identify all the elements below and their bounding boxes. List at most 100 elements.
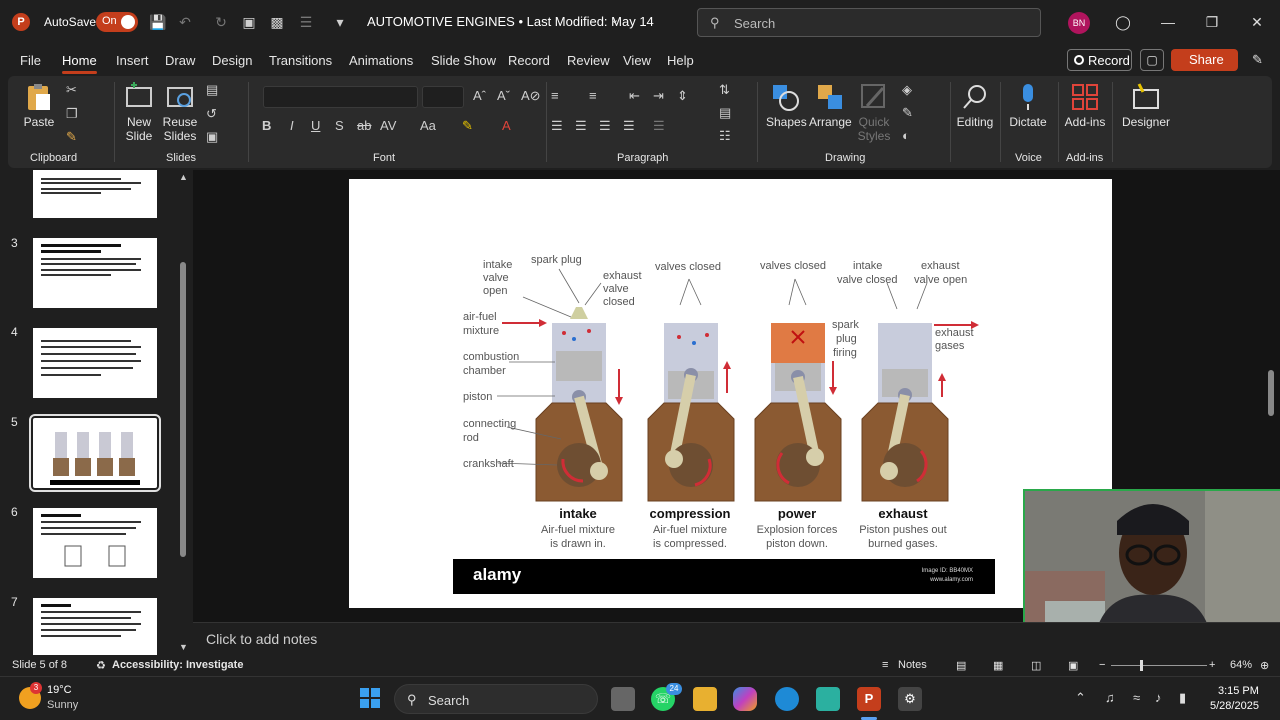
notes-pane[interactable]: Click to add notes xyxy=(193,622,1280,654)
addins-button[interactable]: Add-ins xyxy=(1064,82,1106,129)
scroll-up-icon[interactable]: ▲ xyxy=(179,172,188,182)
close-icon[interactable]: ✕ xyxy=(1246,12,1268,32)
menu-file[interactable]: File xyxy=(20,53,41,68)
comment-icon[interactable]: ▢ xyxy=(1140,49,1164,71)
microphone-tray-icon[interactable]: ♫ xyxy=(1105,690,1115,705)
wifi-icon[interactable]: ≈ xyxy=(1133,690,1140,705)
menu-transitions[interactable]: Transitions xyxy=(269,53,332,68)
restore-icon[interactable]: ❐ xyxy=(1201,12,1223,32)
menu-view[interactable]: View xyxy=(623,53,651,68)
editor-scrollbar-thumb[interactable] xyxy=(1268,370,1274,416)
slide-thumbnail-3[interactable] xyxy=(33,238,157,308)
pen-icon[interactable]: ✎ xyxy=(1252,52,1263,68)
editing-button[interactable]: Editing xyxy=(954,82,996,129)
fit-to-window-icon[interactable]: ⊕ xyxy=(1260,659,1269,672)
columns-icon[interactable]: ☰ xyxy=(653,118,665,134)
task-view-icon[interactable] xyxy=(611,687,635,711)
shape-fill-icon[interactable]: ◈ xyxy=(902,82,912,98)
normal-view-icon[interactable]: ▤ xyxy=(956,659,966,672)
copilot-icon[interactable] xyxy=(733,687,757,711)
shadow-button[interactable]: S xyxy=(335,118,344,133)
reuse-slides-button[interactable]: Reuse Slides xyxy=(162,82,198,143)
weather-desc[interactable]: Sunny xyxy=(47,699,78,711)
align-right-icon[interactable]: ☰ xyxy=(599,118,611,134)
settings-gear-icon[interactable]: ⚙ xyxy=(898,687,922,711)
font-family-select[interactable] xyxy=(263,86,418,108)
menu-review[interactable]: Review xyxy=(567,53,610,68)
volume-icon[interactable]: ♪ xyxy=(1155,690,1162,705)
present-icon[interactable]: ▣ xyxy=(239,12,259,32)
menu-record[interactable]: Record xyxy=(508,53,550,68)
taskbar-search[interactable]: ⚲ xyxy=(394,684,598,714)
grow-font-icon[interactable]: Aˆ xyxy=(473,88,486,103)
zoom-out-icon[interactable]: − xyxy=(1099,659,1105,671)
bullets-icon[interactable]: ≡ xyxy=(551,88,559,103)
arrange-button[interactable]: Arrange xyxy=(809,82,852,129)
menu-insert[interactable]: Insert xyxy=(116,53,149,68)
scrollbar-thumb[interactable] xyxy=(180,262,186,557)
slide-thumbnail-4[interactable] xyxy=(33,328,157,398)
chevron-down-icon[interactable]: ⌄ xyxy=(610,13,619,26)
italic-button[interactable]: I xyxy=(290,118,294,133)
find-icon[interactable]: ▩ xyxy=(267,12,287,32)
strikethrough-button[interactable]: ab xyxy=(357,118,371,133)
slide-thumbnail-7[interactable] xyxy=(33,598,157,656)
underline-button[interactable]: U xyxy=(311,118,320,133)
align-center-icon[interactable]: ☰ xyxy=(575,118,587,134)
thumbnail-scrollbar[interactable]: ▲ ▼ xyxy=(178,172,188,652)
new-slide-button[interactable]: New Slide xyxy=(121,82,157,143)
menu-design[interactable]: Design xyxy=(212,53,252,68)
share-button[interactable]: Share xyxy=(1171,49,1238,71)
powerpoint-taskbar-icon[interactable]: P xyxy=(857,687,881,711)
shape-outline-icon[interactable]: ✎ xyxy=(902,105,913,121)
numbering-icon[interactable]: ≡ xyxy=(589,88,597,103)
slide-thumbnail-6[interactable] xyxy=(33,508,157,578)
slide-thumbnail-2[interactable] xyxy=(33,170,157,218)
list-icon[interactable]: ☰ xyxy=(296,12,316,32)
undo-icon[interactable]: ↶ xyxy=(175,12,195,32)
menu-help[interactable]: Help xyxy=(667,53,694,68)
spacing-button[interactable]: AV xyxy=(380,118,396,133)
menu-slide-show[interactable]: Slide Show xyxy=(431,53,496,68)
accessibility-icon[interactable]: ♻ xyxy=(96,659,106,672)
copy-icon[interactable]: ❐ xyxy=(66,106,78,122)
paste-button[interactable]: Paste xyxy=(22,82,56,129)
clock[interactable]: 3:15 PM 5/28/2025 xyxy=(1210,684,1259,714)
tray-chevron-up-icon[interactable]: ⌃ xyxy=(1075,690,1086,706)
notes-placeholder[interactable]: Click to add notes xyxy=(206,631,317,647)
slide-sorter-icon[interactable]: ▦ xyxy=(993,659,1003,672)
slide-canvas[interactable]: intake valve open spark plug exhaust val… xyxy=(349,179,1112,608)
highlight-icon[interactable]: ✎ xyxy=(462,118,473,134)
layout-icon[interactable]: ▤ xyxy=(206,82,218,98)
dictate-button[interactable]: Dictate xyxy=(1008,82,1048,129)
cut-icon[interactable]: ✂ xyxy=(66,82,77,98)
bold-button[interactable]: B xyxy=(262,118,271,133)
clear-format-icon[interactable]: A⊘ xyxy=(521,88,541,104)
zoom-level[interactable]: 64% xyxy=(1230,659,1252,671)
record-button[interactable]: Record xyxy=(1067,49,1132,71)
shape-effects-icon[interactable]: ◐ xyxy=(902,128,910,143)
text-direction-icon[interactable]: ⇅ xyxy=(719,82,730,98)
autosave-toggle[interactable]: On xyxy=(96,12,138,32)
reading-view-icon[interactable]: ◫ xyxy=(1031,659,1041,672)
search-box[interactable]: ⚲ xyxy=(697,8,1041,37)
align-left-icon[interactable]: ☰ xyxy=(551,118,563,134)
font-color-icon[interactable]: A xyxy=(502,118,511,133)
lightbulb-icon[interactable]: ◯ xyxy=(1112,12,1134,32)
shrink-font-icon[interactable]: Aˇ xyxy=(497,88,510,103)
redo-icon[interactable]: ↻ xyxy=(211,12,231,32)
reset-icon[interactable]: ↺ xyxy=(206,106,217,122)
battery-icon[interactable]: ▮ xyxy=(1179,690,1186,706)
format-painter-icon[interactable]: ✎ xyxy=(66,129,77,145)
minimize-icon[interactable]: — xyxy=(1157,12,1179,32)
file-explorer-icon[interactable] xyxy=(693,687,717,711)
weather-temp[interactable]: 19°C xyxy=(47,684,72,696)
customize-icon[interactable]: ▾ xyxy=(330,12,350,32)
slide-thumbnail-5[interactable] xyxy=(29,414,161,492)
line-spacing-icon[interactable]: ⇕ xyxy=(677,88,688,104)
menu-home[interactable]: Home xyxy=(62,53,97,74)
change-case-button[interactable]: Aa xyxy=(420,118,436,133)
align-text-icon[interactable]: ▤ xyxy=(719,105,731,121)
designer-button[interactable]: Designer xyxy=(1120,82,1172,129)
smartart-icon[interactable]: ☷ xyxy=(719,128,731,144)
